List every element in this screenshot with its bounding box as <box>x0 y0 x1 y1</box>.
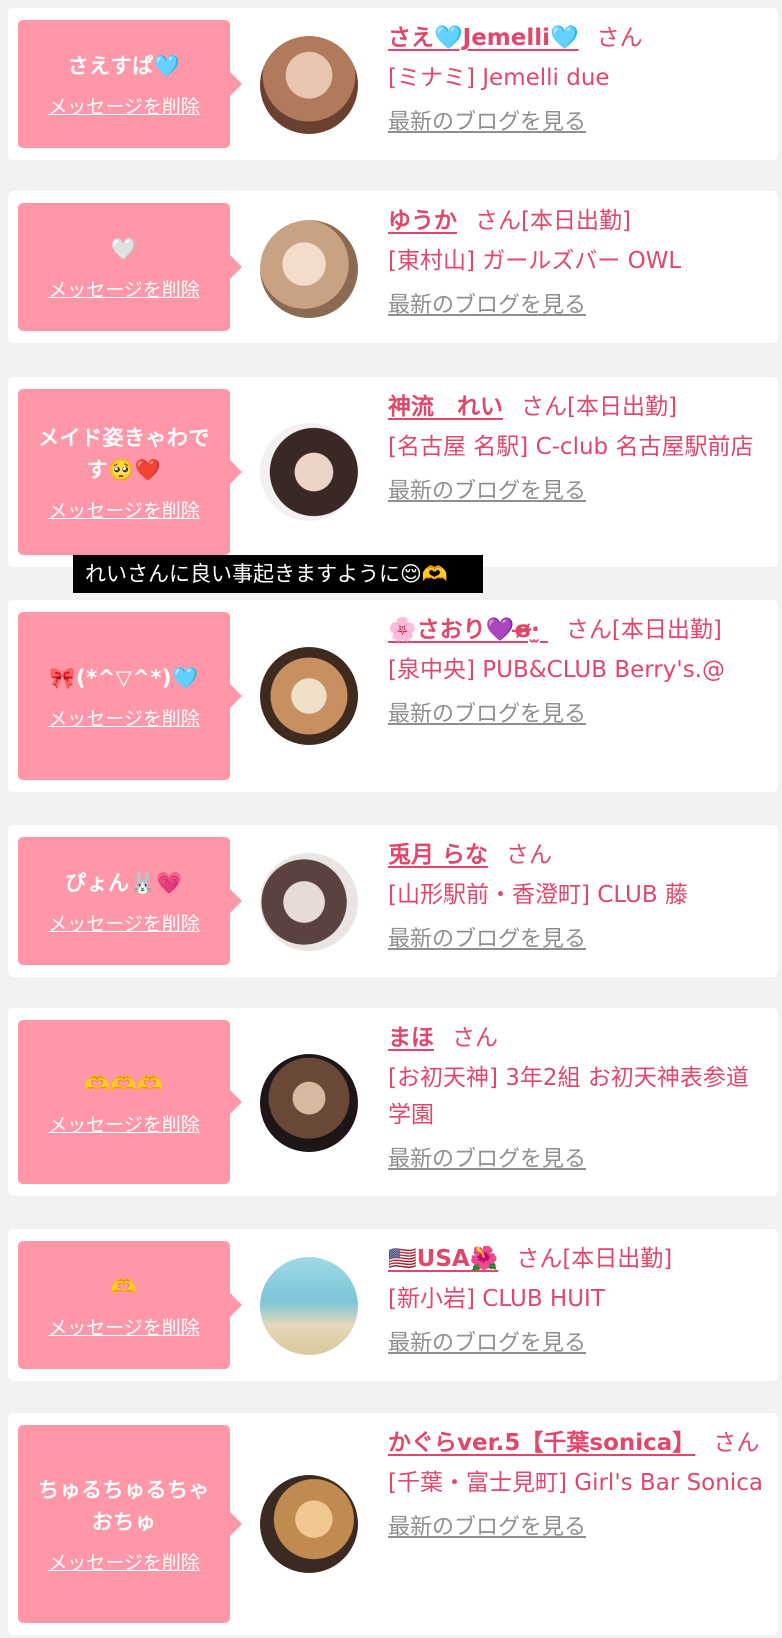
message-card: さえすぱ🩵 メッセージを削除 さえ🩵Jemelli🩵 さん [ミナミ] Jemel… <box>8 8 778 160</box>
avatar[interactable] <box>260 1257 358 1355</box>
delete-message-link[interactable]: メッセージを削除 <box>48 704 200 731</box>
message-bubble: メイド姿きゃわです🥺❤️ メッセージを削除 <box>18 389 242 555</box>
avatar[interactable] <box>260 220 358 318</box>
cast-name-link[interactable]: まほ <box>388 1025 434 1051</box>
delete-message-link[interactable]: メッセージを削除 <box>48 1110 200 1137</box>
delete-message-link[interactable]: メッセージを削除 <box>48 92 200 119</box>
shop-name: [名古屋 名駅] C-club 名古屋駅前店 <box>388 434 754 460</box>
message-card: 🫶 メッセージを削除 🇺🇸USA🌺 さん[本日出勤] [新小岩] CLUB HUI… <box>8 1229 778 1381</box>
latest-blog-link[interactable]: 最新のブログを見る <box>388 1329 586 1359</box>
latest-blog-link[interactable]: 最新のブログを見る <box>388 1145 586 1175</box>
cast-name-link[interactable]: ゆうか <box>388 208 457 234</box>
message-text: ぴょん🐰💗 <box>65 870 183 895</box>
honorific: さん <box>596 25 643 51</box>
shop-name: [ミナミ] Jemelli due <box>388 65 610 91</box>
message-text: ちゅるちゅるちゃおちゅ <box>38 1477 210 1534</box>
latest-blog-link[interactable]: 最新のブログを見る <box>388 108 586 138</box>
cast-info: さえ🩵Jemelli🩵 さん [ミナミ] Jemelli due 最新のブログを見… <box>388 20 766 138</box>
message-text: メイド姿きゃわです🥺❤️ <box>38 425 210 482</box>
message-bubble: ぴょん🐰💗 メッセージを削除 <box>18 837 242 965</box>
honorific: さん[本日出勤] <box>521 394 677 420</box>
honorific: さん[本日出勤] <box>565 617 722 643</box>
message-card: 🫶🫶🫶 メッセージを削除 まほ さん [お初天神] 3年2組 お初天神表参道学園 … <box>8 1008 778 1196</box>
honorific: さん <box>506 842 553 868</box>
cast-info: 🌸さおり💜ɞ̴̶̷·̫ さん[本日出勤] [泉中央] PUB&CLUB Berr… <box>388 612 766 730</box>
avatar[interactable] <box>260 36 358 134</box>
latest-blog-link[interactable]: 最新のブログを見る <box>388 291 586 321</box>
message-text: 🫶🫶🫶 <box>84 1071 164 1096</box>
cast-info: まほ さん [お初天神] 3年2組 お初天神表参道学園 最新のブログを見る <box>388 1020 766 1175</box>
cast-info: かぐらver.5【千葉sonica】 さん [千葉・富士見町] Girl's Ba… <box>388 1425 766 1543</box>
delete-message-link[interactable]: メッセージを削除 <box>48 909 200 936</box>
shop-name: [泉中央] PUB&CLUB Berry's.@ <box>388 657 725 683</box>
delete-message-link[interactable]: メッセージを削除 <box>48 496 200 523</box>
message-bubble: ちゅるちゅるちゃおちゅ メッセージを削除 <box>18 1425 242 1623</box>
shop-name: [山形駅前・香澄町] CLUB 藤 <box>388 882 688 908</box>
avatar[interactable] <box>260 423 358 521</box>
video-caption: れいさんに良い事起きますように😌🫶 <box>73 555 483 593</box>
message-card: メイド姿きゃわです🥺❤️ メッセージを削除 神流 れい さん[本日出勤] [名古屋… <box>8 377 778 567</box>
shop-name: [千葉・富士見町] Girl's Bar Sonica <box>388 1470 763 1496</box>
delete-message-link[interactable]: メッセージを削除 <box>48 1548 200 1575</box>
message-text: 🎀(*^▽^*)🩵 <box>49 665 199 690</box>
latest-blog-link[interactable]: 最新のブログを見る <box>388 1513 586 1543</box>
message-card: ちゅるちゅるちゃおちゅ メッセージを削除 かぐらver.5【千葉sonica】さ… <box>8 1413 778 1635</box>
message-bubble: 🫶 メッセージを削除 <box>18 1241 242 1369</box>
message-bubble: さえすぱ🩵 メッセージを削除 <box>18 20 242 148</box>
message-card: ぴょん🐰💗 メッセージを削除 兎月 らな さん [山形駅前・香澄町] CLUB 藤… <box>8 825 778 977</box>
cast-name-link[interactable]: さえ🩵Jemelli🩵 <box>388 25 579 51</box>
message-card: 🤍 メッセージを削除 ゆうか さん[本日出勤] [東村山] ガールズバー OWL … <box>8 191 778 343</box>
message-card: 🎀(*^▽^*)🩵 メッセージを削除 🌸さおり💜ɞ̴̶̷·̫ さん[本日出勤] … <box>8 600 778 792</box>
message-bubble: 🎀(*^▽^*)🩵 メッセージを削除 <box>18 612 242 780</box>
latest-blog-link[interactable]: 最新のブログを見る <box>388 925 586 955</box>
honorific: さん[本日出勤] <box>516 1246 673 1272</box>
cast-info: 🇺🇸USA🌺 さん[本日出勤] [新小岩] CLUB HUIT 最新のブログを見る <box>388 1241 766 1359</box>
honorific: さん <box>713 1430 760 1456</box>
message-text: 🫶 <box>110 1274 138 1299</box>
honorific: さん <box>452 1025 498 1051</box>
avatar[interactable] <box>260 647 358 745</box>
cast-name-link[interactable]: かぐらver.5【千葉sonica】 <box>388 1430 695 1456</box>
cast-name-link[interactable]: 神流 れい <box>388 394 503 420</box>
honorific: さん[本日出勤] <box>475 208 631 234</box>
message-text: 🤍 <box>110 236 138 261</box>
cast-info: 兎月 らな さん [山形駅前・香澄町] CLUB 藤 最新のブログを見る <box>388 837 766 955</box>
avatar[interactable] <box>260 853 358 951</box>
avatar[interactable] <box>260 1054 358 1152</box>
cast-info: 神流 れい さん[本日出勤] [名古屋 名駅] C-club 名古屋駅前店 最新の… <box>388 389 766 507</box>
message-text: さえすぱ🩵 <box>67 53 181 78</box>
cast-name-link[interactable]: 兎月 らな <box>388 842 488 868</box>
avatar[interactable] <box>260 1475 358 1573</box>
cast-info: ゆうか さん[本日出勤] [東村山] ガールズバー OWL 最新のブログを見る <box>388 203 766 321</box>
delete-message-link[interactable]: メッセージを削除 <box>48 275 200 302</box>
shop-name: [お初天神] 3年2組 お初天神表参道学園 <box>388 1065 749 1128</box>
message-bubble: 🤍 メッセージを削除 <box>18 203 242 331</box>
cast-name-link[interactable]: 🇺🇸USA🌺 <box>388 1246 498 1272</box>
latest-blog-link[interactable]: 最新のブログを見る <box>388 477 586 507</box>
shop-name: [東村山] ガールズバー OWL <box>388 248 682 274</box>
latest-blog-link[interactable]: 最新のブログを見る <box>388 700 586 730</box>
shop-name: [新小岩] CLUB HUIT <box>388 1286 605 1312</box>
message-bubble: 🫶🫶🫶 メッセージを削除 <box>18 1020 242 1184</box>
delete-message-link[interactable]: メッセージを削除 <box>48 1313 200 1340</box>
cast-name-link[interactable]: 🌸さおり💜ɞ̴̶̷·̫ <box>388 617 548 643</box>
